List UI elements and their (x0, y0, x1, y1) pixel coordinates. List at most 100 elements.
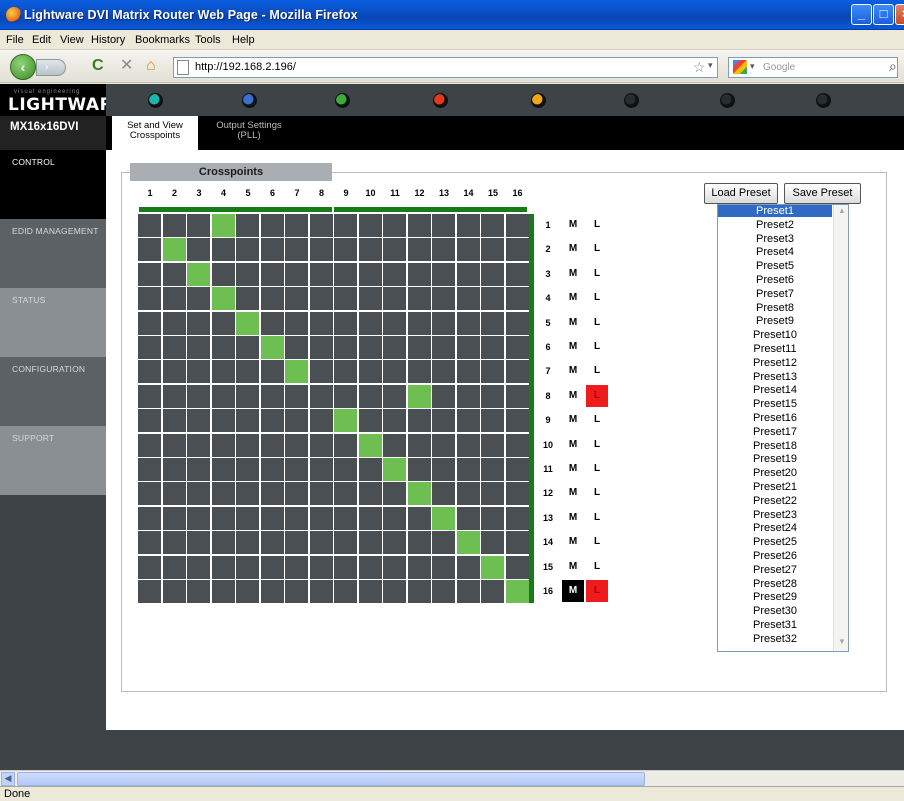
google-icon[interactable] (733, 60, 747, 74)
preset-item[interactable]: Preset17 (718, 426, 832, 438)
crosspoint-cell[interactable] (481, 433, 504, 457)
crosspoint-cell[interactable] (383, 458, 406, 481)
minimize-button[interactable]: _ (851, 4, 872, 25)
crosspoint-cell[interactable] (211, 360, 235, 384)
preset-item[interactable]: Preset26 (718, 550, 832, 562)
search-icon[interactable]: ⌕ (889, 58, 897, 75)
search-engine-dropdown-icon[interactable]: ▾ (750, 61, 755, 72)
preset-item[interactable]: Preset4 (718, 246, 832, 258)
crosspoint-cell[interactable] (481, 458, 504, 481)
crosspoint-cell[interactable] (358, 336, 382, 359)
crosspoint-cell[interactable] (211, 555, 235, 579)
close-button[interactable]: × (895, 4, 904, 25)
crosspoint-cell[interactable] (334, 238, 357, 262)
crosspoint-cell[interactable] (456, 433, 480, 457)
crosspoint-cell[interactable] (334, 409, 357, 433)
lock-button[interactable]: L (586, 458, 608, 480)
crosspoint-cell[interactable] (187, 506, 210, 530)
crosspoint-cell[interactable] (481, 214, 504, 237)
reload-icon[interactable]: C (92, 58, 104, 74)
crosspoint-cell[interactable] (407, 580, 431, 603)
horizontal-scrollbar[interactable]: ◀ (0, 770, 904, 786)
crosspoint-cell[interactable] (260, 433, 284, 457)
crosspoint-cell[interactable] (432, 482, 455, 506)
crosspoint-cell[interactable] (383, 214, 406, 237)
crosspoint-cell[interactable] (211, 531, 235, 555)
crosspoint-cell[interactable] (407, 555, 431, 579)
lock-button[interactable]: L (586, 409, 608, 431)
crosspoint-cell[interactable] (187, 336, 210, 359)
mute-button[interactable]: M (562, 385, 584, 407)
crosspoint-cell[interactable] (162, 360, 186, 384)
crosspoint-cell[interactable] (162, 482, 186, 506)
lock-button[interactable]: L (586, 214, 608, 236)
sidebar-item-configuration[interactable]: CONFIGURATION (0, 357, 106, 426)
crosspoint-cell[interactable] (334, 360, 357, 384)
crosspoint-cell[interactable] (432, 458, 455, 481)
mute-button[interactable]: M (562, 287, 584, 309)
crosspoint-cell[interactable] (334, 287, 357, 311)
crosspoint-cell[interactable] (481, 384, 504, 408)
crosspoint-cell[interactable] (309, 360, 333, 384)
preset-item[interactable]: Preset30 (718, 605, 832, 617)
tab-output-settings[interactable]: Output Settings (PLL) (206, 116, 292, 150)
lock-button[interactable]: L (586, 384, 608, 407)
crosspoint-cell[interactable] (505, 336, 529, 359)
crosspoint-cell[interactable] (285, 458, 308, 481)
crosspoint-cell[interactable] (138, 531, 161, 555)
maximize-button[interactable]: □ (873, 4, 894, 25)
crosspoint-cell[interactable] (505, 531, 529, 555)
crosspoint-cell[interactable] (260, 238, 284, 262)
crosspoint-cell[interactable] (285, 262, 308, 286)
crosspoint-cell[interactable] (236, 580, 259, 603)
preset-item[interactable]: Preset28 (718, 578, 832, 590)
crosspoint-cell[interactable] (162, 238, 186, 262)
crosspoint-cell[interactable] (505, 384, 529, 408)
crosspoint-cell[interactable] (162, 580, 186, 603)
preset-list-scrollbar[interactable]: ▲ ▼ (833, 205, 848, 651)
crosspoint-cell[interactable] (285, 409, 308, 433)
crosspoint-cell[interactable] (236, 409, 259, 433)
crosspoint-cell[interactable] (187, 409, 210, 433)
crosspoint-cell[interactable] (432, 409, 455, 433)
preset-item[interactable]: Preset14 (718, 384, 832, 396)
crosspoint-cell[interactable] (505, 506, 529, 530)
crosspoint-cell[interactable] (407, 336, 431, 359)
mute-button[interactable]: M (562, 263, 584, 285)
crosspoint-cell[interactable] (260, 384, 284, 408)
preset-item[interactable]: Preset10 (718, 329, 832, 341)
crosspoint-cell[interactable] (407, 311, 431, 335)
crosspoint-cell[interactable] (456, 580, 480, 603)
crosspoint-cell[interactable] (309, 506, 333, 530)
crosspoint-cell[interactable] (309, 433, 333, 457)
crosspoint-cell[interactable] (481, 287, 504, 311)
crosspoint-cell[interactable] (383, 531, 406, 555)
menu-bookmarks[interactable]: Bookmarks (135, 34, 190, 46)
preset-item[interactable]: Preset3 (718, 233, 832, 245)
crosspoint-cell[interactable] (138, 336, 161, 359)
lock-button[interactable]: L (586, 580, 608, 602)
crosspoint-cell[interactable] (187, 433, 210, 457)
crosspoint-cell[interactable] (358, 360, 382, 384)
crosspoint-cell[interactable] (285, 555, 308, 579)
crosspoint-cell[interactable] (260, 214, 284, 237)
preset-item[interactable]: Preset27 (718, 564, 832, 576)
crosspoint-cell[interactable] (162, 458, 186, 481)
scrollbar-thumb[interactable] (17, 772, 645, 786)
crosspoint-cell[interactable] (187, 287, 210, 311)
crosspoint-cell[interactable] (383, 287, 406, 311)
lock-button[interactable]: L (586, 482, 608, 504)
crosspoint-cell[interactable] (260, 458, 284, 481)
crosspoint-cell[interactable] (481, 482, 504, 506)
sidebar-item-support[interactable]: SUPPORT (0, 426, 106, 495)
crosspoint-cell[interactable] (285, 214, 308, 237)
crosspoint-cell[interactable] (260, 580, 284, 603)
preset-item[interactable]: Preset29 (718, 591, 832, 603)
crosspoint-cell[interactable] (285, 287, 308, 311)
crosspoint-cell[interactable] (432, 384, 455, 408)
crosspoint-cell[interactable] (138, 458, 161, 481)
crosspoint-cell[interactable] (285, 384, 308, 408)
crosspoint-cell[interactable] (383, 580, 406, 603)
crosspoint-cell[interactable] (211, 409, 235, 433)
crosspoint-cell[interactable] (407, 409, 431, 433)
